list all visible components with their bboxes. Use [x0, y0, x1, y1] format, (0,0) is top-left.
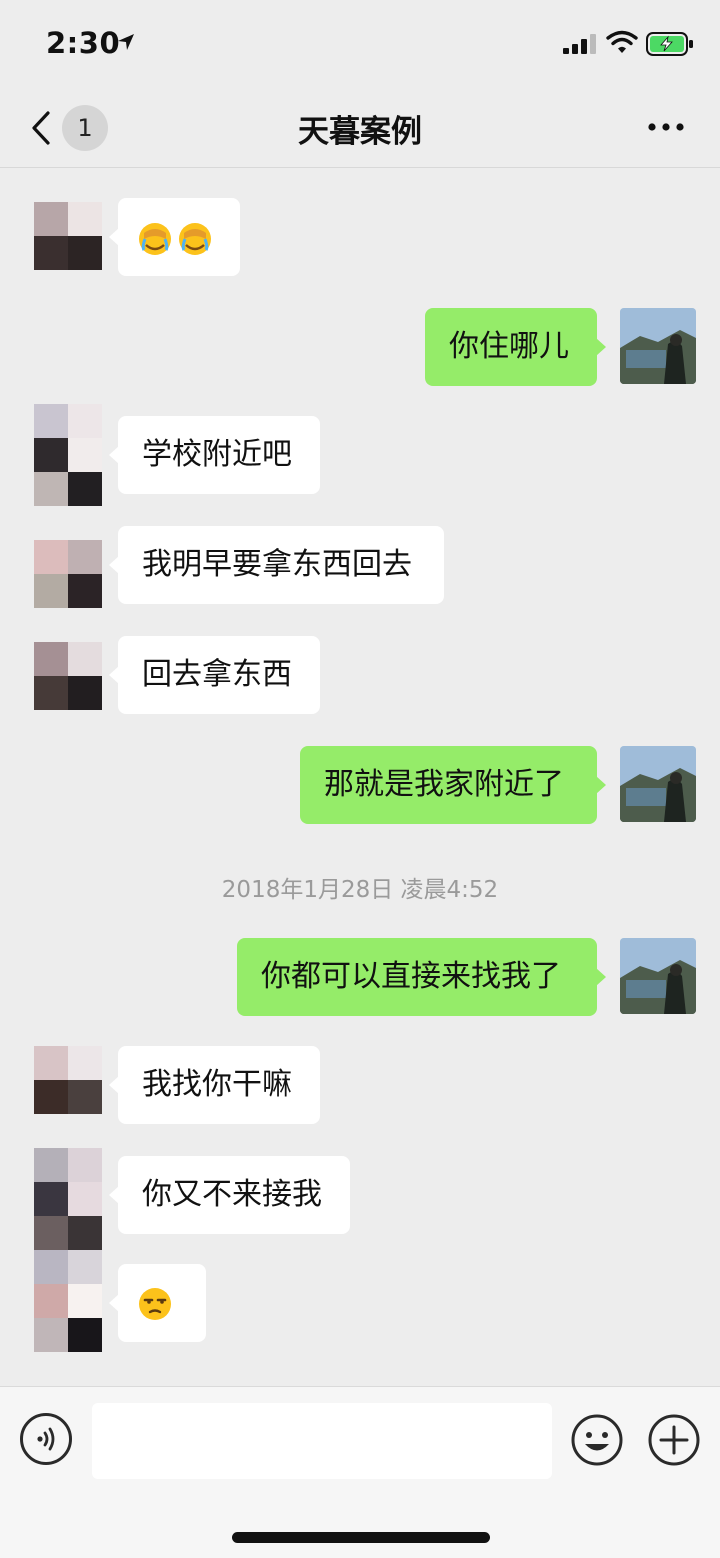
message-bubble-received[interactable]: 我明早要拿东西回去 — [109, 526, 444, 604]
message-bubble-received[interactable]: 学校附近吧 — [109, 416, 320, 494]
page-title: 天暮案例 — [298, 114, 422, 150]
nav-bar: 1 天暮案例 — [0, 92, 720, 168]
location-arrow-icon — [118, 34, 134, 50]
facepalm-cry-emoji — [139, 222, 171, 255]
voice-icon — [37, 1427, 55, 1451]
emoji-icon[interactable] — [570, 1413, 624, 1467]
message-bubble-received[interactable]: 回去拿东西 — [109, 636, 320, 714]
message-bubble-received[interactable]: 我找你干嘛 — [109, 1046, 320, 1124]
battery-icon — [646, 32, 693, 56]
voice-button[interactable] — [20, 1413, 72, 1465]
contact-avatar[interactable] — [34, 540, 102, 608]
facepalm-cry-emoji — [179, 222, 211, 255]
signal-icon — [563, 34, 596, 54]
self-avatar[interactable] — [620, 746, 696, 822]
contact-avatar[interactable] — [34, 202, 102, 270]
home-indicator[interactable] — [232, 1532, 490, 1543]
plus-icon[interactable] — [647, 1413, 701, 1467]
contact-avatar[interactable] — [34, 1148, 102, 1352]
message-bubble-received[interactable] — [109, 1264, 206, 1342]
more-icon[interactable] — [646, 120, 686, 134]
message-bubble-sent[interactable]: 你住哪儿 — [425, 308, 606, 386]
message-input[interactable] — [92, 1403, 552, 1479]
contact-avatar[interactable] — [34, 642, 102, 710]
message-bubble-received[interactable]: 你又不来接我 — [109, 1156, 350, 1234]
status-bar: 2:30 — [0, 0, 720, 92]
message-bubble-received[interactable] — [109, 198, 240, 276]
self-avatar[interactable] — [620, 308, 696, 384]
wifi-icon — [606, 30, 638, 53]
message-timestamp: 2018年1月28日 凌晨4:52 — [221, 877, 499, 903]
self-avatar[interactable] — [620, 938, 696, 1014]
contact-avatar[interactable] — [34, 1046, 102, 1114]
message-bubble-sent[interactable]: 你都可以直接来找我了 — [237, 938, 606, 1016]
message-bubble-sent[interactable]: 那就是我家附近了 — [300, 746, 606, 824]
contact-avatar[interactable] — [34, 404, 102, 506]
status-time: 2:30 — [46, 26, 121, 60]
unamused-emoji — [139, 1287, 171, 1320]
